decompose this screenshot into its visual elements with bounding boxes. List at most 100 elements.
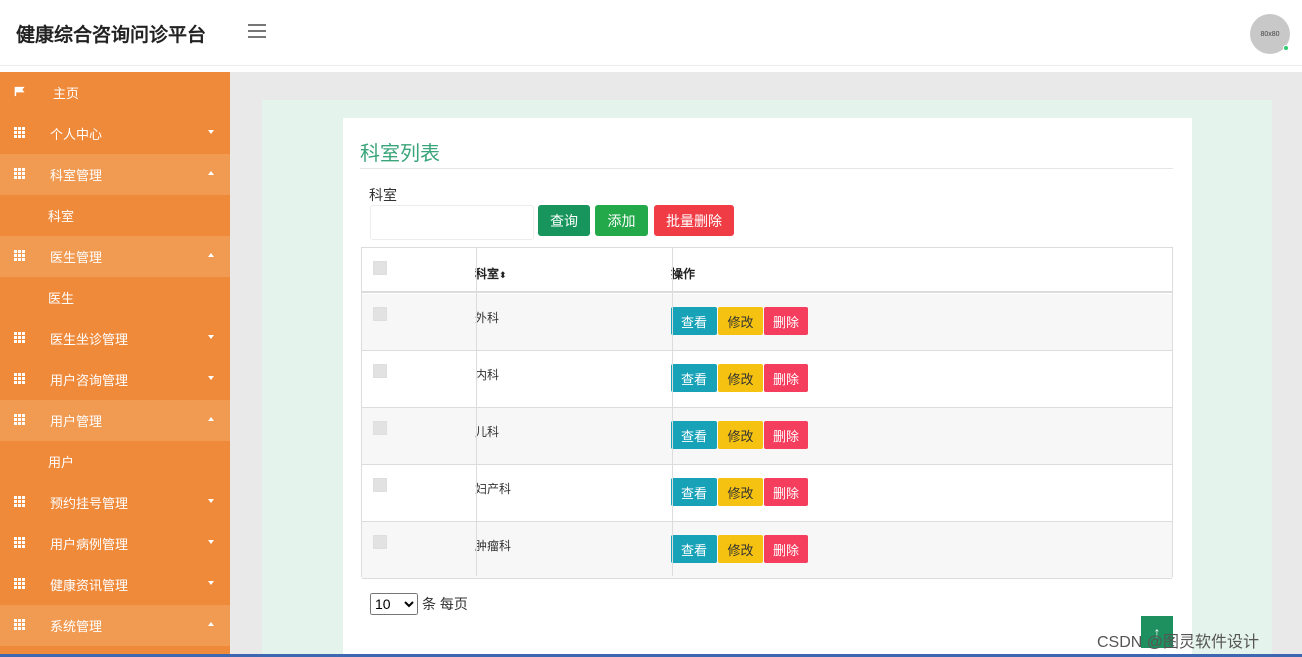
sidebar-item[interactable]: 系统管理 — [0, 605, 230, 646]
row-actions: 查看 修改 删除 — [671, 478, 808, 506]
sidebar-item[interactable]: 主页 — [0, 72, 230, 113]
department-name: 外科 — [475, 311, 500, 325]
delete-button[interactable]: 删除 — [764, 364, 808, 392]
table-row: 肿瘤科 查看 修改 删除 — [362, 522, 1172, 579]
sidebar: 主页个人中心科室管理科室医生管理医生医生坐诊管理 用户咨询管理 用户管理用户预约挂号… — [0, 72, 230, 657]
delete-button[interactable]: 删除 — [764, 421, 808, 449]
chevron-icon — [208, 253, 214, 257]
sidebar-item-label: 用户咨询管理 — [50, 373, 129, 388]
row-checkbox[interactable] — [373, 307, 387, 321]
row-actions: 查看 修改 删除 — [671, 364, 808, 392]
department-name: 内科 — [475, 368, 500, 382]
delete-button[interactable]: 删除 — [764, 478, 808, 506]
query-button[interactable]: 查询 — [538, 205, 590, 236]
avatar[interactable]: 80x80 — [1250, 14, 1290, 54]
chevron-icon — [208, 376, 214, 380]
department-table: 科室⬍ 操作 外科 查看 修改 删除 内科 查看 修改 删除 儿科 查看 修改 删除 妇产科 查看 修改 删除… — [361, 247, 1173, 579]
row-checkbox[interactable] — [373, 421, 387, 435]
grid-icon — [14, 537, 26, 548]
chevron-icon — [208, 335, 214, 339]
chevron-icon — [208, 581, 214, 585]
select-all-checkbox[interactable] — [373, 261, 387, 275]
title-divider — [360, 168, 1173, 169]
table-header: 科室⬍ 操作 — [362, 248, 1172, 293]
sidebar-item[interactable]: 个人中心 — [0, 113, 230, 154]
table-row: 妇产科 查看 修改 删除 — [362, 465, 1172, 522]
flag-icon — [14, 86, 25, 97]
sidebar-item[interactable]: 科室管理 — [0, 154, 230, 195]
grid-icon — [14, 373, 26, 384]
view-button[interactable]: 查看 — [671, 364, 717, 392]
sidebar-subitem[interactable]: 医生 — [0, 277, 230, 318]
sidebar-item-label: 系统管理 — [50, 619, 103, 634]
sidebar-item-label: 科室管理 — [50, 168, 103, 183]
sidebar-subitem[interactable]: 用户 — [0, 441, 230, 482]
row-actions: 查看 修改 删除 — [671, 307, 808, 335]
row-checkbox[interactable] — [373, 535, 387, 549]
chevron-icon — [208, 130, 214, 134]
chevron-icon — [208, 499, 214, 503]
row-checkbox[interactable] — [373, 364, 387, 378]
view-button[interactable]: 查看 — [671, 478, 717, 506]
edit-button[interactable]: 修改 — [718, 364, 763, 392]
department-name: 妇产科 — [475, 482, 512, 496]
view-button[interactable]: 查看 — [671, 421, 717, 449]
sidebar-item[interactable]: 医生管理 — [0, 236, 230, 277]
grid-icon — [14, 578, 26, 589]
column-divider — [476, 248, 477, 576]
grid-icon — [14, 250, 26, 261]
column-header-department[interactable]: 科室⬍ — [475, 265, 507, 282]
search-label: 科室 — [369, 187, 397, 203]
sidebar-item-label: 个人中心 — [50, 127, 103, 142]
sidebar-item-label: 健康资讯管理 — [50, 578, 129, 593]
top-header: 健康综合咨询问诊平台 80x80 — [0, 0, 1302, 66]
chevron-icon — [208, 540, 214, 544]
department-search-input[interactable] — [370, 205, 534, 240]
sidebar-item[interactable]: 用户管理 — [0, 400, 230, 441]
chevron-icon — [208, 417, 214, 421]
sidebar-subitem[interactable]: 科室 — [0, 195, 230, 236]
edit-button[interactable]: 修改 — [718, 421, 763, 449]
row-actions: 查看 修改 删除 — [671, 421, 808, 449]
sidebar-item-label: 医生管理 — [50, 250, 103, 265]
edit-button[interactable]: 修改 — [718, 307, 763, 335]
sidebar-item[interactable]: 用户病例管理 — [0, 523, 230, 564]
grid-icon — [14, 127, 26, 138]
page-size-select[interactable]: 10 — [370, 593, 418, 615]
column-header-actions: 操作 — [671, 267, 696, 281]
page-title: 科室列表 — [360, 143, 440, 165]
sidebar-item[interactable]: 预约挂号管理 — [0, 482, 230, 523]
view-button[interactable]: 查看 — [671, 535, 717, 563]
sort-icon[interactable]: ⬍ — [499, 270, 507, 280]
delete-button[interactable]: 删除 — [764, 307, 808, 335]
watermark: CSDN @图灵软件设计 — [1097, 634, 1260, 651]
table-row: 儿科 查看 修改 删除 — [362, 408, 1172, 465]
grid-icon — [14, 414, 26, 425]
delete-button[interactable]: 删除 — [764, 535, 808, 563]
app-title: 健康综合咨询问诊平台 — [16, 25, 207, 46]
sidebar-item[interactable]: 用户咨询管理 — [0, 359, 230, 400]
grid-icon — [14, 619, 26, 630]
sidebar-item-label: 预约挂号管理 — [50, 496, 129, 511]
page-size-suffix: 条 每页 — [422, 596, 468, 612]
department-list-card: 科室列表 科室 查询 添加 批量删除 科室⬍ 操作 外科 查看 修改 删除 内科 查看 修改… — [343, 118, 1192, 657]
sidebar-item[interactable]: 医生坐诊管理 — [0, 318, 230, 359]
sidebar-item-label: 用户管理 — [50, 414, 103, 429]
edit-button[interactable]: 修改 — [718, 478, 763, 506]
sidebar-item[interactable]: 健康资讯管理 — [0, 564, 230, 605]
batch-delete-button[interactable]: 批量删除 — [654, 205, 734, 236]
department-name: 儿科 — [475, 425, 500, 439]
sidebar-item-label: 医生坐诊管理 — [50, 332, 129, 347]
pagination: 10 条 每页 — [370, 593, 468, 615]
add-button[interactable]: 添加 — [595, 205, 648, 236]
menu-toggle-icon[interactable] — [248, 24, 266, 38]
view-button[interactable]: 查看 — [671, 307, 717, 335]
row-checkbox[interactable] — [373, 478, 387, 492]
grid-icon — [14, 168, 26, 179]
chevron-icon — [208, 171, 214, 175]
edit-button[interactable]: 修改 — [718, 535, 763, 563]
avatar-text: 80x80 — [1260, 30, 1280, 38]
table-row: 外科 查看 修改 删除 — [362, 294, 1172, 351]
online-status-icon — [1283, 45, 1289, 51]
sidebar-item-label: 用户病例管理 — [50, 537, 129, 552]
